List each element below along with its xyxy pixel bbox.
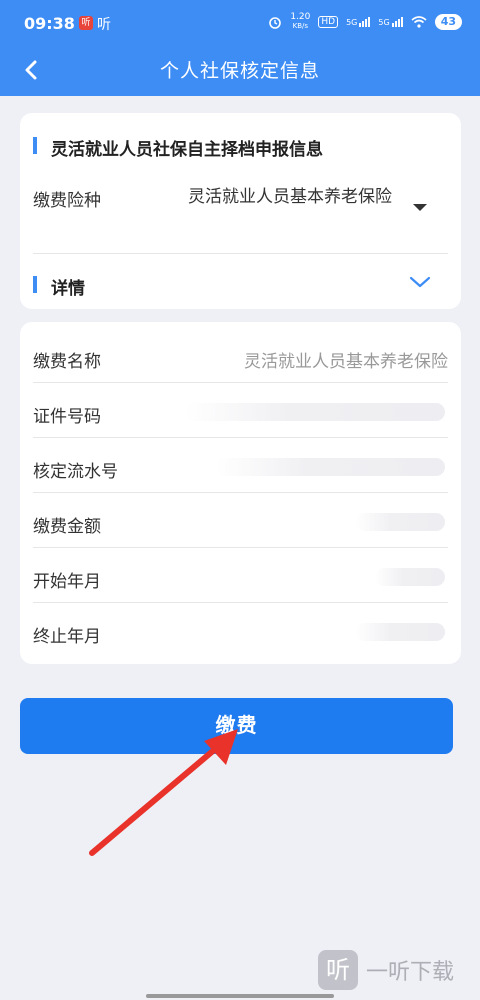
app-notification-label: 听 <box>97 17 111 33</box>
network-speed: 1.20 KB/s <box>290 12 311 31</box>
info-row-start-month: 开始年月 <box>20 548 461 603</box>
info-row-id-number: 证件号码 <box>20 383 461 438</box>
divider <box>33 253 448 254</box>
annotation-arrow-icon <box>89 729 238 856</box>
info-row-serial-number: 核定流水号 <box>20 438 461 493</box>
info-row-label: 证件号码 <box>33 407 101 427</box>
info-row-label: 缴费名称 <box>33 352 101 372</box>
nav-bar: 个人社保核定信息 <box>0 44 480 96</box>
info-row-label: 核定流水号 <box>33 462 118 482</box>
watermark: 听 一听下载 <box>318 950 454 990</box>
watermark-logo: 听 <box>318 950 358 990</box>
signal-icon-2: 5G <box>378 17 403 27</box>
info-row-end-month: 终止年月 <box>20 603 461 658</box>
info-row-value: 灵活就业人员基本养老保险 <box>244 352 448 372</box>
wifi-icon <box>411 16 427 28</box>
chevron-down-icon[interactable] <box>406 271 434 293</box>
alarm-icon <box>269 17 282 29</box>
payment-info-card: 缴费名称 灵活就业人员基本养老保险 证件号码 核定流水号 缴费金额 开始年月 终… <box>20 322 461 664</box>
redacted-value <box>375 568 445 586</box>
app-notification-icon: 听 <box>79 16 93 30</box>
insurance-type-label: 缴费险种 <box>33 191 101 211</box>
redacted-value <box>355 513 445 531</box>
status-time: 09:38 <box>24 14 75 33</box>
details-section-title[interactable]: 详情 <box>33 274 85 299</box>
redacted-value <box>185 403 445 421</box>
insurance-type-select[interactable]: 灵活就业人员基本养老保险 <box>165 185 415 210</box>
watermark-text: 一听下载 <box>366 960 455 985</box>
redacted-value <box>215 458 445 476</box>
info-row-label: 缴费金额 <box>33 517 101 537</box>
declaration-section-title: 灵活就业人员社保自主择档申报信息 <box>33 135 323 160</box>
info-row-label: 终止年月 <box>33 627 101 647</box>
page-title: 个人社保核定信息 <box>159 60 320 82</box>
battery-icon: 43 <box>434 14 462 30</box>
info-row-payment-name: 缴费名称 灵活就业人员基本养老保险 <box>20 328 461 383</box>
caret-down-icon[interactable] <box>413 204 427 211</box>
info-row-label: 开始年月 <box>33 572 101 592</box>
redacted-value <box>355 623 445 641</box>
status-icons: 1.20 KB/s HD 5G 5G 43 <box>268 13 462 31</box>
signal-icon-1: 5G <box>346 17 371 27</box>
status-bar: 09:38 听 听 1.20 KB/s HD 5G 5G 43 <box>0 0 480 44</box>
declaration-card: 灵活就业人员社保自主择档申报信息 缴费险种 灵活就业人员基本养老保险 详情 <box>20 113 461 309</box>
hd-icon: HD <box>318 16 339 28</box>
home-indicator[interactable] <box>146 994 334 998</box>
info-row-amount: 缴费金额 <box>20 493 461 548</box>
